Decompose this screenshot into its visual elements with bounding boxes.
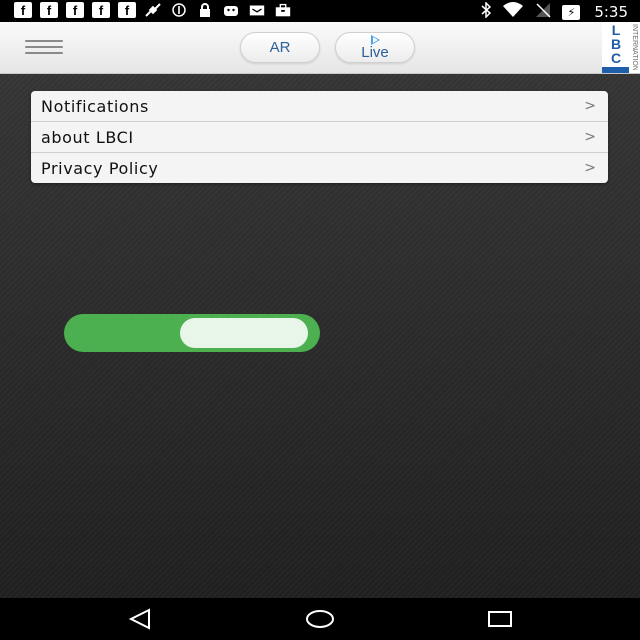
menu-item-privacy-policy[interactable]: Privacy Policy > <box>31 153 608 183</box>
facebook-icon: f <box>66 2 84 18</box>
notification-icons: f f f f f <box>14 2 292 18</box>
lock-icon <box>196 2 214 18</box>
logo-bar <box>602 67 629 73</box>
briefcase-icon <box>274 2 292 18</box>
menu-item-about-lbci[interactable]: about LBCI > <box>31 122 608 153</box>
logo-letters: L B C <box>610 22 622 66</box>
home-icon[interactable] <box>300 606 340 632</box>
notifications-toggle[interactable] <box>64 314 320 352</box>
lbci-logo: L B C INTERNATIONAL <box>602 22 640 73</box>
menu-item-notifications[interactable]: Notifications > <box>31 91 608 122</box>
facebook-icon: f <box>40 2 58 18</box>
clock: 5:35 <box>594 3 628 21</box>
status-bar: f f f f f ⚡ 5:35 <box>0 0 640 22</box>
wifi-icon <box>502 2 524 22</box>
back-icon[interactable] <box>120 606 160 632</box>
info-icon <box>170 2 188 18</box>
arabic-button-label: AR <box>269 39 291 56</box>
chevron-right-icon: > <box>584 160 596 176</box>
battery-icon: ⚡ <box>562 4 581 20</box>
bluetooth-icon <box>480 1 492 22</box>
facebook-icon: f <box>118 2 136 18</box>
logo-subtext: INTERNATIONAL <box>631 24 638 70</box>
chevron-right-icon: > <box>584 129 596 145</box>
recent-apps-icon[interactable] <box>480 606 520 632</box>
arabic-language-button[interactable]: AR <box>240 32 320 63</box>
settings-menu: Notifications > about LBCI > Privacy Pol… <box>31 91 608 183</box>
menu-item-label: Privacy Policy <box>41 158 159 178</box>
main-content: Notifications > about LBCI > Privacy Pol… <box>0 74 640 598</box>
signal-icon <box>534 2 552 22</box>
toggle-knob[interactable] <box>180 318 308 348</box>
inbox-icon <box>248 2 266 18</box>
system-icons: ⚡ 5:35 <box>480 1 628 22</box>
hamburger-menu-icon[interactable] <box>25 38 63 56</box>
facebook-icon: f <box>14 2 32 18</box>
menu-item-label: Notifications <box>41 96 149 116</box>
android-icon <box>222 2 240 18</box>
live-button[interactable]: Live <box>335 32 415 63</box>
facebook-icon: f <box>92 2 110 18</box>
chevron-right-icon: > <box>584 98 596 114</box>
menu-item-label: about LBCI <box>41 127 134 147</box>
live-button-label: Live <box>361 44 389 61</box>
play-icon <box>370 35 380 45</box>
navigation-bar <box>0 598 640 640</box>
app-header: AR Live L B C INTERNATIONAL <box>0 22 640 74</box>
satellite-icon <box>144 2 162 18</box>
